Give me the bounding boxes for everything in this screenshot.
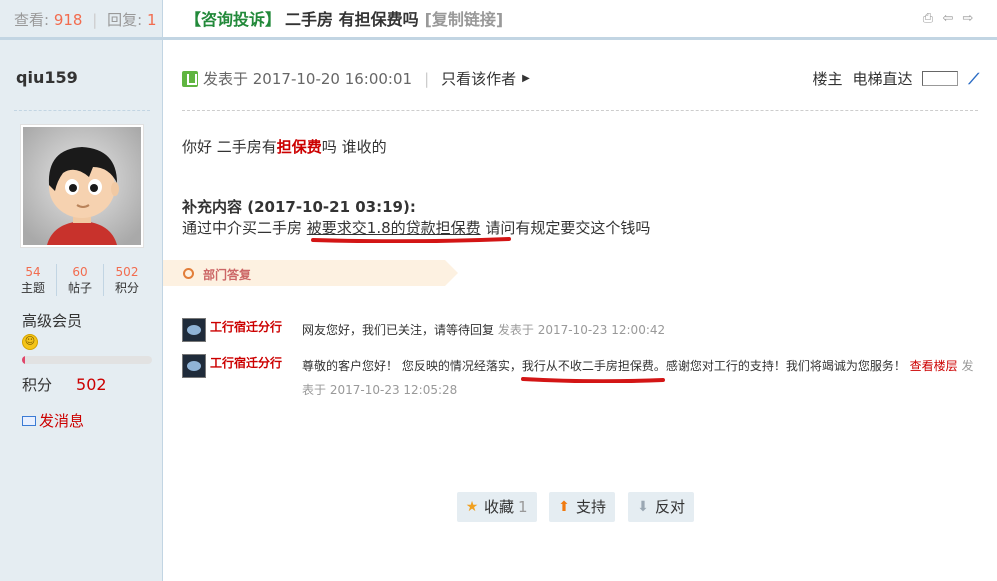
stat-label: 主题 <box>20 281 45 295</box>
author-score: 积分 502 <box>22 374 107 395</box>
meta-divider: | <box>424 69 430 88</box>
red-marker-underline <box>521 377 665 383</box>
view-floor-link[interactable]: 查看楼层 <box>910 359 958 373</box>
post-body: 你好 二手房有担保费吗 谁收的 <box>182 136 387 157</box>
stat-posts[interactable]: 60 帖子 <box>56 264 103 296</box>
thread-stats: 查看: 918 | 回复: 1 <box>0 0 163 37</box>
stat-value: 60 <box>72 265 88 279</box>
divider <box>14 110 150 111</box>
send-message-button[interactable]: 发消息 <box>22 410 84 431</box>
department-reply-banner: 部门答复 <box>163 260 458 286</box>
only-author-link[interactable]: 只看该作者 <box>441 68 516 89</box>
supplement-title: 补充内容 (2017-10-21 03:19): <box>182 198 416 216</box>
envelope-icon <box>22 415 36 426</box>
supplement-body: 通过中介买二手房 被要求交1.8的贷款担保费 请问有规定要交这个钱吗 <box>182 217 650 238</box>
score-value: 502 <box>76 375 107 394</box>
support-button[interactable]: ⬆ 支持 <box>549 492 616 522</box>
thread-tools: ⎙ ⇦ ⇨ <box>921 12 975 26</box>
author-sidebar: qiu159 54 主题 60 帖子 502 积分 高级会员 ☺ 积分 502 … <box>0 40 163 581</box>
stat-label: 帖子 <box>67 281 92 295</box>
author-stats: 54 主题 60 帖子 502 积分 <box>10 264 150 296</box>
post-content: 发表于 2017-10-20 16:00:01 | 只看该作者 ▶ 楼主 电梯直… <box>163 40 997 581</box>
reply-message: 感谢您对工行的支持！我们将竭诚为您服务！ <box>665 359 910 373</box>
reply-text: 网友您好，我们已关注，请等待回复 发表于 2017-10-23 12:00:42 <box>302 318 665 342</box>
thumbs-up-icon: ⬆ <box>558 499 570 515</box>
thread-header: 查看: 918 | 回复: 1 【咨询投诉】 二手房 有担保费吗 [复制链接] ⎙ … <box>0 0 997 40</box>
reply-message: 网友您好，我们已关注，请等待回复 <box>302 323 495 337</box>
stat-value: 54 <box>25 265 41 279</box>
circle-icon <box>183 268 194 279</box>
reply-time: 2017-10-23 12:05:28 <box>329 383 458 397</box>
copy-link-button[interactable]: [复制链接] <box>425 10 504 29</box>
stat-threads[interactable]: 54 主题 <box>10 264 56 296</box>
oppose-label: 反对 <box>655 498 686 516</box>
post-time: 发表于 2017-10-20 16:00:01 <box>203 70 413 88</box>
floor-tools: 楼主 电梯直达 ⟋ <box>812 68 979 89</box>
bank-avatar[interactable] <box>182 354 206 378</box>
reply-time: 2017-10-23 12:00:42 <box>537 323 666 337</box>
replies-label: 回复: <box>107 11 143 29</box>
level-progress-bar <box>22 356 152 364</box>
views-count: 918 <box>53 11 83 29</box>
thumbs-down-icon: ⬇ <box>637 499 649 515</box>
jump-floor-input[interactable] <box>922 71 959 86</box>
stat-label: 积分 <box>114 281 139 295</box>
reply-message-key: 我行从不收二手房担保费。 <box>521 359 666 373</box>
views-label: 查看: <box>14 11 50 29</box>
online-status-icon <box>182 70 198 87</box>
jump-label: 电梯直达 <box>852 70 913 88</box>
favorite-count: 1 <box>518 498 528 516</box>
divider <box>182 110 978 111</box>
stats-divider: | <box>92 11 98 29</box>
post-text: 你好 二手房有 <box>182 138 277 156</box>
department-reply: 工行宿迁分行 网友您好，我们已关注，请等待回复 发表于 2017-10-23 1… <box>182 318 665 342</box>
post-meta: 发表于 2017-10-20 16:00:01 | 只看该作者 ▶ <box>182 68 530 89</box>
thread-category-link[interactable]: 【咨询投诉】 <box>185 10 281 29</box>
post-keyword: 担保费 <box>276 138 322 156</box>
stat-value: 502 <box>115 265 139 279</box>
wrench-icon[interactable]: ⟋ <box>968 70 979 88</box>
bank-avatar[interactable] <box>182 318 206 342</box>
prev-thread-icon[interactable]: ⇦ <box>941 12 955 26</box>
triangle-right-icon: ▶ <box>522 73 530 84</box>
favorite-label: 收藏 <box>484 498 515 516</box>
star-icon: ★ <box>465 499 479 515</box>
print-icon[interactable]: ⎙ <box>921 12 935 26</box>
thread-title: 【咨询投诉】 二手房 有担保费吗 [复制链接] <box>185 0 503 40</box>
red-marker-underline <box>311 237 511 243</box>
score-label: 积分 <box>22 376 53 394</box>
next-thread-icon[interactable]: ⇨ <box>961 12 975 26</box>
reply-author[interactable]: 工行宿迁分行 <box>210 354 302 372</box>
floor-label: 楼主 <box>812 70 843 88</box>
user-group[interactable]: 高级会员 <box>22 310 82 331</box>
replies-count: 1 <box>146 11 157 29</box>
author-name[interactable]: qiu159 <box>16 68 78 87</box>
post-text: 吗 谁收的 <box>321 138 387 156</box>
avatar[interactable] <box>20 124 144 248</box>
level-progress-fill <box>22 356 25 364</box>
oppose-button[interactable]: ⬇ 反对 <box>628 492 695 522</box>
department-reply-label: 部门答复 <box>203 268 252 282</box>
thread-subject: 二手房 有担保费吗 <box>285 10 419 29</box>
avatar-image <box>23 127 141 245</box>
reply-author[interactable]: 工行宿迁分行 <box>210 318 302 336</box>
supplement-text: 通过中介买二手房 <box>182 219 307 237</box>
supplement-underlined: 被要求交1.8的贷款担保费 <box>306 219 481 237</box>
supplement-text: 请问有规定要交这个钱吗 <box>480 219 651 237</box>
reply-message: 尊敬的客户您好！ 您反映的情况经落实， <box>302 359 522 373</box>
stat-points[interactable]: 502 积分 <box>103 264 150 296</box>
favorite-button[interactable]: ★ 收藏 1 <box>457 492 537 522</box>
support-label: 支持 <box>576 498 607 516</box>
send-message-label: 发消息 <box>39 412 85 430</box>
smile-icon: ☺ <box>22 334 38 350</box>
reply-time-label: 发表于 <box>497 323 534 337</box>
